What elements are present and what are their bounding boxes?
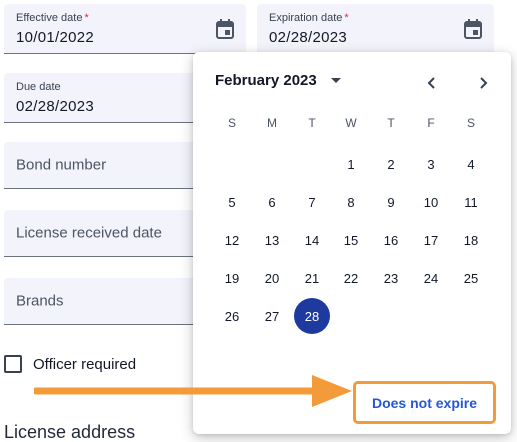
day-cell[interactable]: 7 [294, 184, 330, 220]
day-cell[interactable]: 11 [453, 184, 489, 220]
expiration-date-field[interactable]: Expiration date * 02/28/2023 [257, 4, 494, 54]
effective-date-field[interactable]: Effective date * 10/01/2022 [4, 4, 246, 54]
calendar-icon[interactable] [464, 19, 482, 39]
does-not-expire-label: Does not expire [371, 394, 478, 411]
day-cell[interactable]: 20 [254, 260, 290, 296]
expiration-date-label: Expiration date * [269, 12, 349, 24]
expiration-date-value: 02/28/2023 [269, 29, 348, 46]
officer-required-checkbox[interactable] [4, 355, 22, 373]
annotation-arrow-icon [34, 375, 352, 407]
due-date-value: 02/28/2023 [16, 98, 95, 115]
required-asterisk: * [344, 12, 349, 24]
day-cell[interactable]: 26 [214, 298, 250, 334]
officer-required-label: Officer required [33, 355, 137, 373]
day-cell[interactable]: 24 [413, 260, 449, 296]
day-cell[interactable]: 10 [413, 184, 449, 220]
license-address-heading: License address [4, 422, 136, 442]
license-received-date-field[interactable]: License received date [4, 210, 204, 257]
effective-date-label: Effective date * [16, 12, 89, 24]
day-cell[interactable]: 9 [373, 184, 409, 220]
officer-required-option[interactable]: Officer required [4, 355, 136, 373]
day-cell[interactable]: 13 [254, 222, 290, 258]
day-cell[interactable]: 5 [214, 184, 250, 220]
day-cell[interactable]: 19 [214, 260, 250, 296]
effective-date-value: 10/01/2022 [16, 29, 95, 46]
brands-placeholder: Brands [16, 292, 64, 310]
required-asterisk: * [84, 12, 89, 24]
day-cell[interactable]: 21 [294, 260, 330, 296]
day-cell[interactable]: 4 [453, 146, 489, 182]
day-cell[interactable]: 27 [254, 298, 290, 334]
day-cell[interactable]: 2 [373, 146, 409, 182]
brands-field[interactable]: Brands [4, 278, 204, 325]
due-date-field[interactable]: Due date 02/28/2023 [4, 73, 204, 123]
day-cell[interactable]: 14 [294, 222, 330, 258]
calendar-icon[interactable] [216, 19, 234, 39]
day-grid: 1 2 3 4 5 6 7 8 9 10 11 12 13 14 15 16 17 18 19 20 21 22 23 24 2… [193, 52, 511, 352]
day-cell[interactable]: 18 [453, 222, 489, 258]
bond-number-field[interactable]: Bond number [4, 142, 204, 189]
day-cell[interactable]: 12 [214, 222, 250, 258]
day-cell[interactable]: 6 [254, 184, 290, 220]
does-not-expire-button[interactable]: Does not expire [353, 381, 496, 424]
day-cell[interactable]: 3 [413, 146, 449, 182]
bond-number-placeholder: Bond number [16, 156, 107, 174]
license-received-date-placeholder: License received date [16, 224, 162, 242]
day-cell-selected[interactable]: 28 [294, 298, 330, 334]
due-date-label: Due date [16, 81, 61, 93]
day-cell[interactable]: 15 [333, 222, 369, 258]
day-cell[interactable]: 1 [333, 146, 369, 182]
day-cell[interactable]: 23 [373, 260, 409, 296]
day-cell[interactable]: 25 [453, 260, 489, 296]
day-cell[interactable]: 8 [333, 184, 369, 220]
day-cell[interactable]: 22 [333, 260, 369, 296]
day-cell[interactable]: 17 [413, 222, 449, 258]
day-cell[interactable]: 16 [373, 222, 409, 258]
